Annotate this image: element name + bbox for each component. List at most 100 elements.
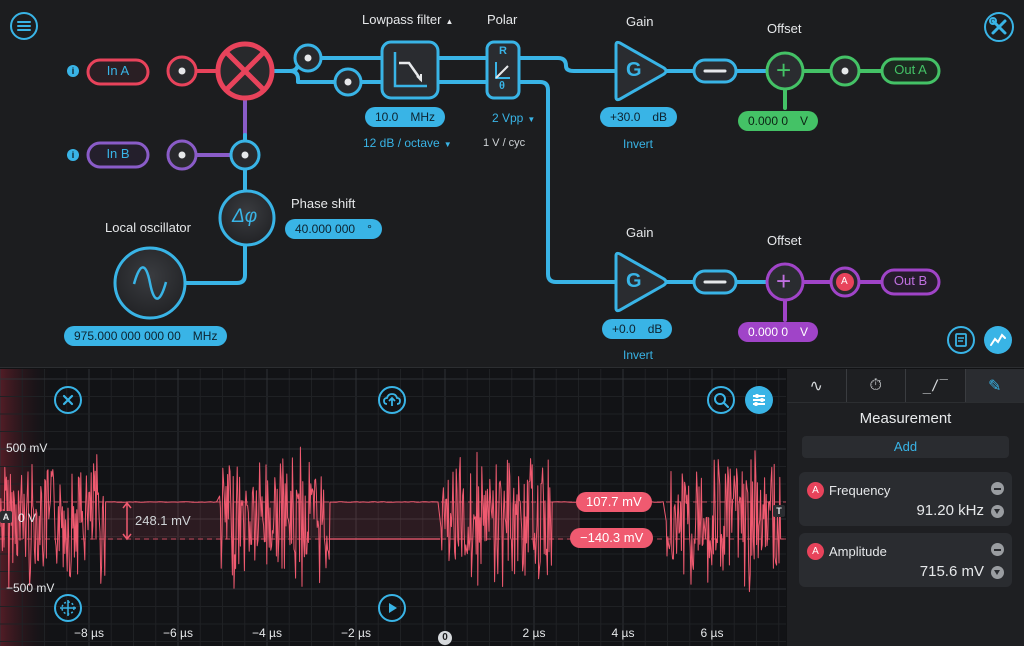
tab-waveform[interactable]: ∿: [787, 369, 847, 402]
oscillator-frequency-field[interactable]: 975.000 000 000 00 MHz: [64, 326, 228, 346]
x-tick-label: −6 µs: [163, 626, 193, 640]
phase-shift-symbol: Δφ: [232, 206, 258, 227]
gain-a-value: +30.0: [610, 110, 641, 124]
offset-b-field[interactable]: 0.000 0 V: [738, 322, 819, 342]
out-a-label: Out A: [894, 62, 927, 77]
local-oscillator-block[interactable]: [113, 246, 187, 320]
gain-b-symbol: G: [626, 270, 642, 292]
invert-b-toggle[interactable]: [692, 269, 738, 295]
x-tick-label: 6 µs: [700, 626, 724, 640]
channel-a-marker[interactable]: A: [0, 511, 12, 523]
measurement-card[interactable]: A Amplitude 715.6 mV: [799, 533, 1012, 587]
signal-monitor-icon[interactable]: [984, 326, 1012, 354]
app-window: i i In A In B Out A Out B Lowpass filter…: [0, 0, 1024, 646]
y-label-bottom: −500 mV: [6, 581, 55, 595]
x-tick-label: −4 µs: [252, 626, 282, 640]
trigger-marker[interactable]: T: [773, 505, 785, 517]
offset-a-value: 0.000 0: [748, 114, 789, 128]
delta-label: 248.1 mV: [135, 513, 191, 528]
mixer-node[interactable]: [215, 41, 275, 101]
measurement-card[interactable]: A Frequency 91.20 kHz: [799, 472, 1012, 526]
probe-a-label: A: [841, 276, 848, 287]
invert-a-toggle[interactable]: [692, 58, 738, 84]
tab-timebase[interactable]: ⏱: [847, 369, 906, 402]
zoom-icon[interactable]: [707, 386, 735, 414]
port-dot[interactable]: [166, 55, 198, 87]
offset-a-title: Offset: [767, 21, 802, 36]
crosshair-icon[interactable]: [54, 594, 82, 622]
stopwatch-icon: ⏱: [869, 376, 882, 394]
tab-trigger[interactable]: _/‾: [906, 369, 966, 402]
gain-a-title: Gain: [626, 14, 654, 29]
polar-theta-label: θ: [499, 80, 505, 92]
panel-tabs: ∿ ⏱ _/‾ ✎: [787, 369, 1024, 403]
lowpass-filter-title[interactable]: Lowpass filter ▲: [362, 12, 453, 27]
remove-icon[interactable]: [991, 482, 1004, 495]
play-icon[interactable]: [378, 594, 406, 622]
offset-b-unit: V: [800, 325, 809, 339]
lowpass-filter-block[interactable]: [380, 40, 440, 100]
ruler-icon: ✎: [988, 377, 1002, 395]
offset-a-plus-icon: +: [776, 55, 792, 85]
offset-b-plus-icon: +: [776, 266, 792, 296]
gain-a-field[interactable]: +30.0 dB: [600, 107, 678, 127]
filter-cutoff-value: 10.0: [375, 110, 399, 124]
filter-slope-select[interactable]: 12 dB / octave ▼: [363, 136, 452, 150]
oscillator-frequency-unit: MHz: [192, 329, 218, 343]
phase-shift-unit: °: [367, 222, 372, 236]
tab-measure[interactable]: ✎: [965, 369, 1024, 402]
port-dot[interactable]: [333, 67, 363, 97]
polar-scale-label: 1 V / cyc: [483, 137, 526, 149]
gain-a-invert[interactable]: Invert: [623, 137, 653, 151]
filter-cutoff-field[interactable]: 10.0 MHz: [365, 107, 446, 127]
offset-a-field[interactable]: 0.000 0 V: [738, 111, 819, 131]
close-icon[interactable]: [54, 386, 82, 414]
add-measurement-button[interactable]: Add: [802, 436, 1009, 458]
polar-range-select[interactable]: 2 Vpp ▼: [492, 111, 535, 125]
port-dot[interactable]: [229, 139, 261, 171]
phase-shift-field[interactable]: 40.000 000 °: [285, 219, 382, 239]
x-tick-label: 2 µs: [522, 626, 546, 640]
collapse-icon: ▲: [445, 17, 454, 26]
gain-b-unit: dB: [647, 322, 663, 336]
measurement-value: 91.20 kHz: [916, 502, 984, 519]
chevron-down-icon[interactable]: [991, 566, 1004, 579]
polar-range-value: 2 Vpp: [492, 111, 524, 125]
gain-b-invert[interactable]: Invert: [623, 348, 653, 362]
channel-badge: A: [807, 482, 824, 499]
phase-shift-title: Phase shift: [291, 196, 356, 211]
cursor-lower-value[interactable]: −140.3 mV: [570, 528, 654, 548]
x-tick-label: −8 µs: [74, 626, 104, 640]
filter-cutoff-unit: MHz: [410, 110, 436, 124]
offset-b-title: Offset: [767, 233, 802, 248]
port-dot[interactable]: [293, 43, 323, 73]
notes-icon[interactable]: [947, 326, 975, 354]
measurement-value: 715.6 mV: [919, 563, 984, 580]
port-dot[interactable]: [829, 55, 861, 87]
oscilloscope-view[interactable]: 500 mV 0 V −500 mV A T 248.1 mV 107.7 mV…: [0, 369, 786, 646]
settings-sliders-icon[interactable]: [745, 386, 773, 414]
time-zero-marker[interactable]: 0: [438, 631, 452, 645]
gain-b-title: Gain: [626, 225, 654, 240]
gain-b-field[interactable]: +0.0 dB: [602, 319, 673, 339]
tools-icon[interactable]: [984, 12, 1014, 42]
cursor-upper-value[interactable]: 107.7 mV: [576, 492, 652, 512]
cloud-upload-icon[interactable]: [378, 386, 406, 414]
local-oscillator-title: Local oscillator: [105, 220, 191, 235]
y-label-zero: 0 V: [18, 511, 37, 525]
chevron-down-icon: ▼: [443, 140, 452, 149]
in-a-label: In A: [106, 63, 130, 78]
port-dot[interactable]: [166, 139, 198, 171]
trigger-edge-icon: _/‾: [922, 377, 948, 394]
menu-icon[interactable]: [10, 12, 38, 40]
x-tick-label: 4 µs: [611, 626, 635, 640]
oscillator-frequency-value: 975.000 000 000 00: [74, 329, 181, 343]
panel-title: Measurement: [859, 410, 952, 427]
remove-icon[interactable]: [991, 543, 1004, 556]
measurement-panel: ∿ ⏱ _/‾ ✎ Measurement Add A Frequency 91…: [787, 369, 1024, 646]
phase-shift-value: 40.000 000: [295, 222, 356, 236]
info-icon[interactable]: i: [67, 65, 79, 77]
info-icon[interactable]: i: [67, 149, 79, 161]
chevron-down-icon[interactable]: [991, 505, 1004, 518]
channel-badge: A: [807, 543, 824, 560]
